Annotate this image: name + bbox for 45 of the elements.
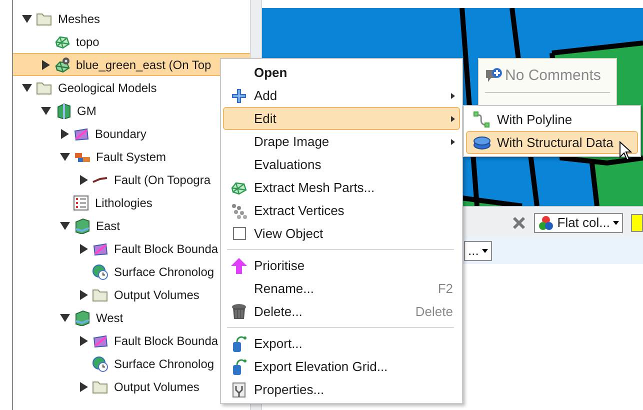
dropdown-arrow-icon xyxy=(482,249,488,253)
color-circles-icon xyxy=(538,214,554,230)
folder-icon xyxy=(36,80,52,96)
export-icon xyxy=(230,334,248,352)
comment-title: No Comments xyxy=(505,66,601,86)
collapsed-triangle-icon[interactable] xyxy=(80,174,88,184)
tree-item[interactable]: Meshes xyxy=(13,7,250,30)
stacked-discs-icon xyxy=(473,134,491,152)
clock-globe-icon xyxy=(92,356,108,372)
dropdown-value: ... xyxy=(468,242,479,260)
folder-icon xyxy=(92,286,108,302)
scattered-dots-icon xyxy=(230,202,248,220)
folder-icon xyxy=(36,10,52,26)
dropdown-arrow-icon xyxy=(613,220,619,224)
tree-item[interactable]: topo xyxy=(13,30,250,53)
folder-icon xyxy=(92,378,108,394)
tree-item[interactable]: blue_green_east (On Top xyxy=(13,53,250,76)
properties-icon xyxy=(230,380,248,398)
polyline-icon xyxy=(473,110,491,128)
color-mode-dropdown[interactable]: Flat col... xyxy=(534,212,623,232)
menu-item[interactable]: Edit xyxy=(223,107,460,130)
block-icon xyxy=(74,310,90,326)
property-dropdown[interactable]: ... xyxy=(464,241,492,261)
clock-globe-icon xyxy=(92,264,108,280)
boundary-icon xyxy=(92,240,108,256)
color-swatch[interactable] xyxy=(631,214,643,232)
mesh-gear-icon xyxy=(54,56,70,72)
menu-item[interactable]: With Structural Data xyxy=(466,131,638,154)
model-icon xyxy=(55,102,71,118)
close-icon[interactable] xyxy=(512,216,526,230)
export-icon xyxy=(230,358,248,376)
checkbox[interactable] xyxy=(232,227,246,240)
plus-icon xyxy=(230,86,248,104)
shortcut-label: F2 xyxy=(438,280,453,298)
list-icon xyxy=(73,194,89,210)
shortcut-label: Delete xyxy=(415,302,453,321)
up-arrow-icon xyxy=(230,256,248,274)
boundary-icon xyxy=(92,332,108,348)
comment-add-icon xyxy=(485,68,503,84)
mesh-icon xyxy=(54,34,70,50)
color-mode-value: Flat col... xyxy=(557,214,610,232)
menu-item[interactable]: With Polyline xyxy=(466,108,638,131)
block-icon xyxy=(74,218,90,234)
bin-icon xyxy=(230,302,248,320)
boundary-icon xyxy=(73,126,89,142)
